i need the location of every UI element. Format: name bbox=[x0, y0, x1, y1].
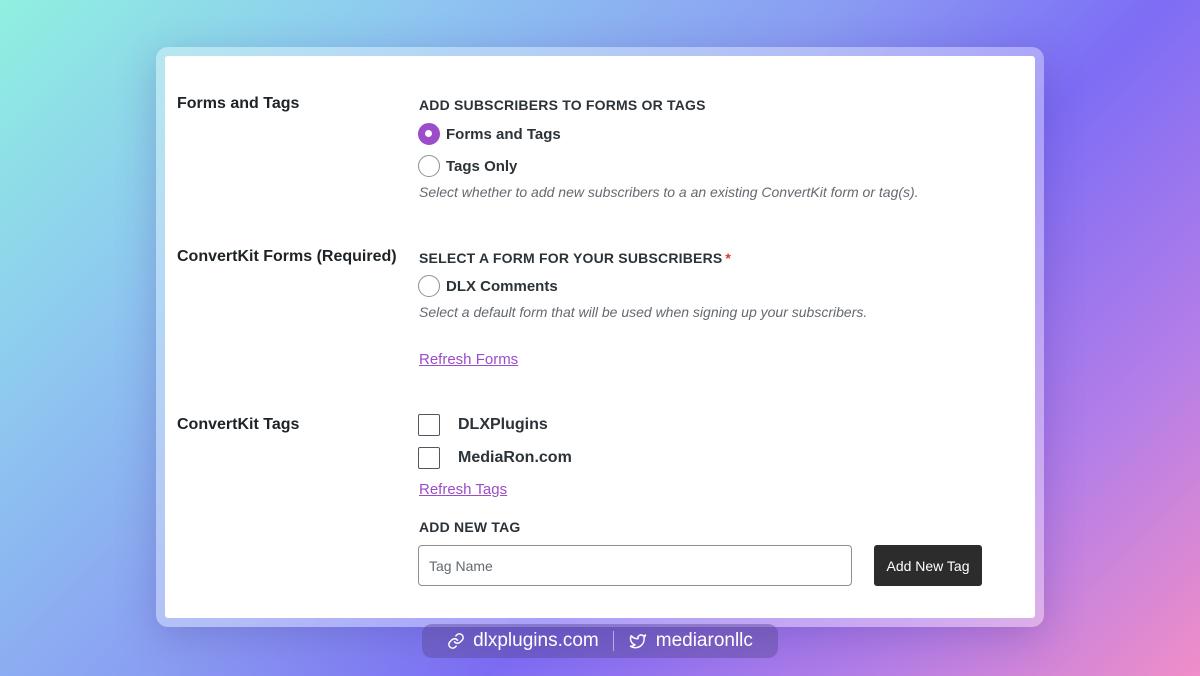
tag-name-input[interactable] bbox=[418, 545, 852, 586]
forms-and-tags-label: Forms and Tags bbox=[177, 95, 300, 112]
tag-item-mediaron[interactable]: MediaRon.com bbox=[418, 447, 572, 469]
link-icon bbox=[448, 633, 464, 649]
radio-button-checked[interactable] bbox=[418, 123, 440, 145]
footer-credits: dlxplugins.com mediaronllc bbox=[422, 624, 778, 658]
radio-forms-and-tags[interactable]: Forms and Tags bbox=[418, 123, 561, 145]
refresh-forms-link[interactable]: Refresh Forms bbox=[419, 351, 518, 368]
radio-tags-only[interactable]: Tags Only bbox=[418, 155, 517, 177]
add-new-tag-heading: ADD NEW TAG bbox=[419, 519, 521, 535]
radio-label: Tags Only bbox=[446, 157, 518, 175]
twitter-handle-text: mediaronllc bbox=[655, 630, 753, 651]
radio-button[interactable] bbox=[418, 275, 440, 297]
tag-item-dlxplugins[interactable]: DLXPlugins bbox=[418, 414, 548, 436]
checkbox[interactable] bbox=[418, 447, 440, 469]
website-text: dlxplugins.com bbox=[473, 630, 599, 651]
checkbox[interactable] bbox=[418, 414, 440, 436]
forms-and-tags-description: Select whether to add new subscribers to… bbox=[419, 184, 919, 200]
footer-divider bbox=[612, 631, 614, 651]
required-marker: * bbox=[725, 250, 732, 266]
radio-label: DLX Comments bbox=[446, 277, 558, 295]
convertkit-tags-label: ConvertKit Tags bbox=[177, 416, 300, 433]
forms-description: Select a default form that will be used … bbox=[419, 304, 868, 320]
radio-dlx-comments[interactable]: DLX Comments bbox=[418, 275, 558, 297]
website-credit[interactable]: dlxplugins.com bbox=[447, 630, 599, 652]
checkbox-label: DLXPlugins bbox=[458, 416, 548, 433]
checkbox-label: MediaRon.com bbox=[458, 449, 572, 466]
convertkit-forms-label: ConvertKit Forms (Required) bbox=[177, 248, 397, 265]
twitter-bird-icon bbox=[629, 634, 646, 649]
add-subscribers-heading: ADD SUBSCRIBERS TO FORMS OR TAGS bbox=[419, 97, 706, 113]
twitter-credit[interactable]: mediaronllc bbox=[628, 630, 753, 652]
select-form-heading-text: SELECT A FORM FOR YOUR SUBSCRIBERS bbox=[419, 250, 723, 266]
radio-label: Forms and Tags bbox=[446, 125, 561, 143]
add-new-tag-button[interactable]: Add New Tag bbox=[874, 545, 982, 586]
radio-button[interactable] bbox=[418, 155, 440, 177]
select-form-heading: SELECT A FORM FOR YOUR SUBSCRIBERS * bbox=[419, 250, 731, 266]
refresh-tags-link[interactable]: Refresh Tags bbox=[419, 481, 507, 498]
settings-panel bbox=[165, 56, 1035, 618]
